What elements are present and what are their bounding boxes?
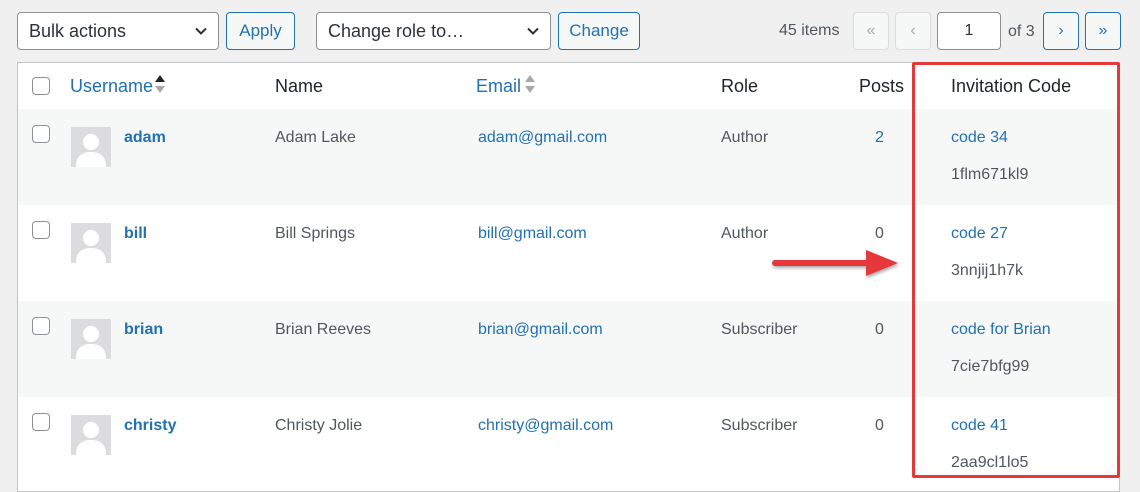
- user-avatar-icon: [71, 127, 111, 167]
- column-name: Name: [275, 76, 324, 96]
- column-username[interactable]: Username: [70, 76, 153, 97]
- username-link[interactable]: adam: [124, 129, 166, 147]
- posts-count: 0: [875, 225, 884, 242]
- select-all-checkbox[interactable]: [32, 77, 50, 95]
- arrow-right-icon: [772, 250, 898, 276]
- last-page-button[interactable]: »: [1085, 12, 1121, 50]
- items-count: 45 items: [779, 22, 840, 39]
- name-cell: Brian Reeves: [275, 321, 372, 338]
- bulk-actions-select[interactable]: Bulk actions: [17, 12, 219, 50]
- column-role: Role: [721, 76, 759, 96]
- name-cell: Adam Lake: [275, 129, 356, 146]
- posts-count: 0: [875, 417, 884, 434]
- change-role-value: Change role to…: [328, 21, 465, 41]
- username-link[interactable]: christy: [124, 417, 176, 435]
- row-checkbox[interactable]: [32, 221, 50, 239]
- column-email[interactable]: Email: [476, 76, 521, 97]
- role-cell: Subscriber: [721, 417, 798, 434]
- email-link[interactable]: brian@gmail.com: [478, 321, 603, 339]
- username-link[interactable]: brian: [124, 321, 163, 339]
- posts-link[interactable]: 2: [875, 129, 884, 147]
- change-role-select[interactable]: Change role to…: [316, 12, 551, 50]
- role-cell: Subscriber: [721, 321, 798, 338]
- column-username-label: Username: [70, 76, 154, 96]
- prev-page-button: ‹: [895, 12, 931, 50]
- sort-ascending-icon: [155, 75, 165, 93]
- email-link[interactable]: adam@gmail.com: [478, 129, 607, 147]
- row-checkbox[interactable]: [32, 413, 50, 431]
- name-cell: Christy Jolie: [275, 417, 363, 434]
- current-page-input[interactable]: 1: [937, 12, 1001, 50]
- column-email-label: Email: [476, 76, 522, 96]
- invitation-code-highlight-box: [912, 62, 1120, 478]
- role-cell: Author: [721, 129, 769, 146]
- row-checkbox[interactable]: [32, 125, 50, 143]
- row-checkbox[interactable]: [32, 317, 50, 335]
- sort-icon: [525, 75, 535, 93]
- chevron-down-icon: [195, 27, 207, 35]
- email-link[interactable]: bill@gmail.com: [478, 225, 587, 243]
- name-cell: Bill Springs: [275, 225, 356, 242]
- bulk-actions-value: Bulk actions: [29, 21, 127, 41]
- next-page-button[interactable]: ›: [1043, 12, 1079, 50]
- apply-button[interactable]: Apply: [226, 12, 295, 50]
- user-avatar-icon: [71, 415, 111, 455]
- change-role-button[interactable]: Change: [558, 12, 640, 50]
- username-link[interactable]: bill: [124, 225, 147, 243]
- total-pages: of 3: [1008, 23, 1035, 40]
- email-link[interactable]: christy@gmail.com: [478, 417, 613, 435]
- table-nav-top: Bulk actions Apply Change role to… Chang…: [0, 0, 1140, 62]
- role-cell: Author: [721, 225, 769, 242]
- user-avatar-icon: [71, 319, 111, 359]
- chevron-down-icon: [527, 27, 539, 35]
- column-posts: Posts: [859, 76, 905, 96]
- first-page-button: «: [853, 12, 889, 50]
- user-avatar-icon: [71, 223, 111, 263]
- posts-count: 0: [875, 321, 884, 338]
